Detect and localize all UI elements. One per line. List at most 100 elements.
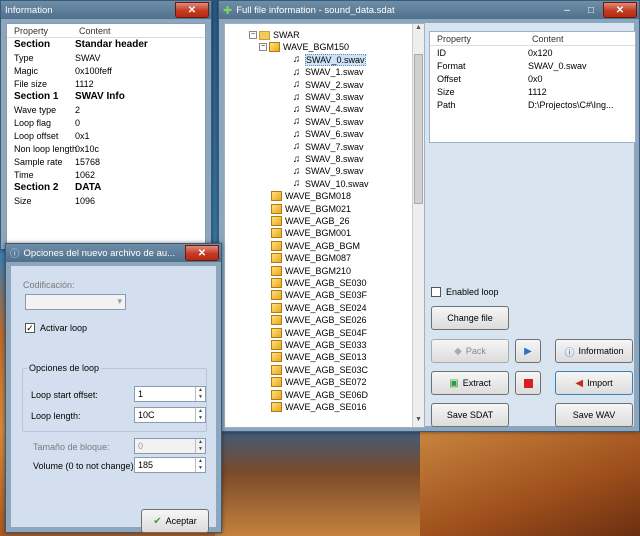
collapse-icon[interactable]: − [249, 31, 257, 39]
property-row[interactable]: Path D:\Projectos\C#\Ing... [430, 98, 635, 111]
tree-item-label: WAVE_BGM087 [285, 253, 352, 264]
loop-start-input[interactable]: 1 ▲ ▼ [134, 386, 206, 402]
property-row[interactable]: Sample rate 15768 [7, 155, 205, 168]
property-row[interactable]: Size 1096 [7, 194, 205, 207]
stepper-icon[interactable]: ▲ ▼ [195, 408, 205, 422]
property-row[interactable]: Wave type 2 [7, 103, 205, 116]
info-icon: ⓘ [10, 249, 20, 260]
extract-button[interactable]: ▣ Extract [431, 371, 509, 395]
file-tree[interactable]: − SWAR − WAVE_BGM150 ♫ SWAV_0.swav ♫ SWAV_1.swa… [224, 23, 425, 428]
pack-button[interactable]: ◆ Pack [431, 339, 509, 363]
minimize-icon[interactable]: – [555, 2, 579, 18]
codificacion-select[interactable]: ▾ [25, 294, 126, 310]
tree-item-wave-bgm150[interactable]: − WAVE_BGM150 [259, 41, 349, 53]
play-button[interactable]: ▶ [515, 339, 541, 363]
checkbox-checked-icon[interactable]: ✓ [25, 323, 35, 333]
information-button[interactable]: ⓘ Information [555, 339, 633, 363]
tree-item-wave[interactable]: WAVE_AGB_SE013 [271, 351, 367, 363]
stop-button[interactable] [515, 371, 541, 395]
tree-item-swav[interactable]: ♫ SWAV_9.swav [291, 165, 364, 177]
tree-item-swav[interactable]: ♫ SWAV_0.swav [291, 53, 366, 66]
tree-item-swav[interactable]: ♫ SWAV_1.swav [291, 66, 364, 78]
audio-file-icon: ♫ [292, 128, 301, 140]
scroll-thumb[interactable] [414, 54, 423, 204]
tree-item-swav[interactable]: ♫ SWAV_3.swav [291, 91, 364, 103]
property-row[interactable]: Type SWAV [7, 51, 205, 64]
wave-archive-icon [271, 352, 282, 363]
tree-scrollbar[interactable]: ▲ ▼ [412, 24, 424, 427]
information-titlebar[interactable]: Information ✕ [1, 1, 211, 19]
aceptar-button[interactable]: ✔ Aceptar [141, 509, 209, 533]
wave-archive-icon [271, 290, 282, 301]
enabled-loop-checkbox[interactable]: Enabled loop [431, 287, 499, 297]
tree-item-wave[interactable]: WAVE_AGB_SE026 [271, 314, 367, 326]
save-wav-label: Save WAV [572, 410, 616, 420]
tree-item-wave[interactable]: WAVE_AGB_SE04F [271, 327, 367, 339]
property-row[interactable]: Non loop length 0x10c [7, 142, 205, 155]
close-icon[interactable]: ✕ [175, 2, 209, 18]
tree-item-label: WAVE_AGB_SE024 [285, 302, 367, 313]
tree-item-wave[interactable]: WAVE_AGB_SE016 [271, 401, 367, 413]
property-row[interactable]: File size 1112 [7, 77, 205, 90]
tree-item-wave[interactable]: WAVE_AGB_26 [271, 215, 350, 227]
property-row[interactable]: ID 0x120 [430, 46, 635, 59]
tree-item-wave[interactable]: WAVE_BGM210 [271, 265, 351, 277]
tree-item-wave[interactable]: WAVE_AGB_SE033 [271, 339, 367, 351]
stepper-icon[interactable]: ▲ ▼ [195, 439, 205, 453]
tree-item-swav[interactable]: ♫ SWAV_8.swav [291, 153, 364, 165]
property-row[interactable]: Loop flag 0 [7, 116, 205, 129]
tree-item-swar[interactable]: − SWAR [249, 29, 300, 41]
tree-item-wave[interactable]: WAVE_AGB_SE06D [271, 389, 368, 401]
tree-item-swav[interactable]: ♫ SWAV_6.swav [291, 128, 364, 140]
activar-loop-checkbox[interactable]: ✓ Activar loop [25, 323, 87, 333]
tree-item-swav[interactable]: ♫ SWAV_5.swav [291, 116, 364, 128]
options-titlebar[interactable]: ⓘ Opciones del nuevo archivo de au... ✕ [6, 244, 221, 262]
tree-item-wave[interactable]: WAVE_BGM018 [271, 190, 351, 202]
change-file-button[interactable]: Change file [431, 306, 509, 330]
close-icon[interactable]: ✕ [603, 2, 637, 18]
tree-item-label: SWAV_3.swav [305, 92, 364, 102]
tree-item-wave[interactable]: WAVE_AGB_SE024 [271, 302, 367, 314]
property-row[interactable]: Loop offset 0x1 [7, 129, 205, 142]
loop-length-input[interactable]: 10C ▲ ▼ [134, 407, 206, 423]
maximize-icon[interactable]: □ [579, 2, 603, 18]
save-sdat-button[interactable]: Save SDAT [431, 403, 509, 427]
tree-item-swav[interactable]: ♫ SWAV_10.swav [291, 178, 369, 190]
tree-item-wave[interactable]: WAVE_AGB_BGM [271, 240, 360, 252]
collapse-icon[interactable]: − [259, 43, 267, 52]
property-row[interactable]: Format SWAV_0.swav [430, 59, 635, 72]
property-row[interactable]: Magic 0x100feff [7, 64, 205, 77]
stepper-icon[interactable]: ▲ ▼ [195, 387, 205, 401]
tree-item-wave[interactable]: WAVE_AGB_SE072 [271, 376, 367, 388]
tree-item-wave[interactable]: WAVE_AGB_SE03F [271, 289, 367, 301]
property-row[interactable]: Offset 0x0 [430, 72, 635, 85]
checkbox-icon[interactable] [431, 287, 441, 297]
section-row[interactable]: Section 2 DATA [7, 181, 205, 194]
tree-item-swav[interactable]: ♫ SWAV_2.swav [291, 79, 364, 91]
close-icon[interactable]: ✕ [185, 245, 219, 261]
wave-archive-icon [271, 377, 282, 388]
scroll-down-icon[interactable]: ▼ [413, 416, 424, 427]
stop-icon [523, 378, 533, 388]
bloque-input[interactable]: 0 ▲ ▼ [134, 438, 206, 454]
tree-item-wave[interactable]: WAVE_BGM087 [271, 252, 351, 264]
section-row[interactable]: Section Standar header [7, 38, 205, 51]
chevron-down-icon: ▾ [117, 296, 122, 306]
tree-item-swav[interactable]: ♫ SWAV_7.swav [291, 141, 364, 153]
property-row[interactable]: Time 1062 [7, 168, 205, 181]
tree-item-wave[interactable]: WAVE_BGM021 [271, 203, 351, 215]
stepper-icon[interactable]: ▲ ▼ [195, 458, 205, 472]
import-button[interactable]: ◀ Import [555, 371, 633, 395]
tree-item-wave[interactable]: WAVE_AGB_SE030 [271, 277, 367, 289]
tree-item-swav[interactable]: ♫ SWAV_4.swav [291, 103, 364, 115]
tree-item-wave[interactable]: WAVE_BGM001 [271, 227, 351, 239]
scroll-up-icon[interactable]: ▲ [413, 24, 424, 35]
tree-item-label: WAVE_AGB_SE03F [285, 290, 368, 301]
volume-input[interactable]: 185 ▲ ▼ [134, 457, 206, 473]
property-row[interactable]: Size 1112 [430, 85, 635, 98]
section-row[interactable]: Section 1 SWAV Info [7, 90, 205, 103]
tree-item-wave[interactable]: WAVE_AGB_SE03C [271, 364, 368, 376]
main-titlebar[interactable]: ✚ Full file information - sound_data.sda… [219, 1, 639, 19]
save-wav-button[interactable]: Save WAV [555, 403, 633, 427]
property-value: 1112 [75, 78, 94, 89]
